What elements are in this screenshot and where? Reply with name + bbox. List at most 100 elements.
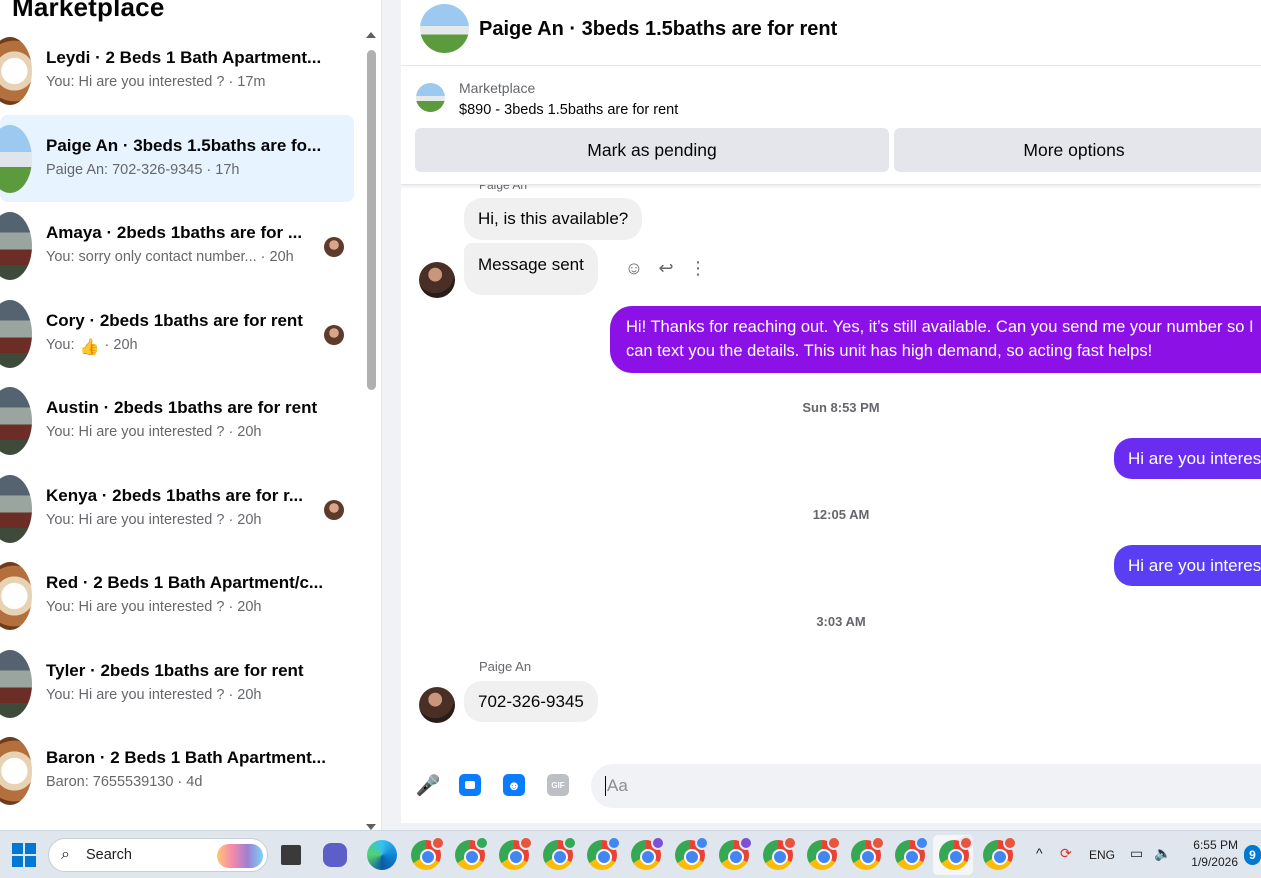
sticker-icon[interactable]: ☻	[503, 774, 525, 796]
chrome-profile-icon[interactable]	[939, 836, 973, 870]
conversation-preview: You: 👍 · 20h	[46, 337, 322, 356]
chrome-profile-icon[interactable]	[631, 836, 665, 870]
conversation-name: Baron · 2 Beds 1 Bath Apartment...	[46, 748, 326, 767]
listing-thumbnail	[0, 37, 32, 105]
taskbar-search[interactable]: ⌕ Search	[48, 838, 268, 872]
listing-thumbnail	[0, 299, 32, 368]
conversation-name: Tyler · 2beds 1baths are for rent	[46, 660, 304, 680]
listing-thumbnail	[0, 562, 32, 630]
gif-icon[interactable]: GIF	[547, 774, 569, 796]
language-indicator[interactable]: ENG	[1089, 848, 1115, 862]
conversation-preview: Baron: 7655539130 · 4d	[46, 774, 203, 790]
message-input[interactable]: Aa	[591, 764, 1261, 808]
sync-icon[interactable]: ⟳	[1060, 845, 1072, 862]
network-icon[interactable]: ▭	[1130, 845, 1143, 862]
notification-badge[interactable]: 9	[1244, 845, 1261, 865]
conversation-item-active[interactable]: Paige An · 3beds 1.5baths are fo... Paig…	[0, 114, 354, 202]
teams-icon[interactable]	[323, 843, 347, 867]
conversation-item[interactable]: Kenya · 2beds 1baths are for r... You: H…	[0, 465, 354, 553]
search-label: Search	[86, 847, 132, 863]
photo-icon[interactable]	[459, 774, 481, 796]
chrome-profile-icon[interactable]	[455, 836, 489, 870]
emoji-icon[interactable]: ☺	[623, 257, 645, 279]
scroll-thumb[interactable]	[367, 50, 376, 390]
message-timestamp: Sun 8:53 PM	[802, 400, 880, 415]
chrome-profile-icon[interactable]	[983, 836, 1017, 870]
chrome-profile-icon[interactable]	[543, 836, 577, 870]
conversation-name: Austin · 2beds 1baths are for rent	[46, 398, 318, 417]
reply-icon[interactable]: ↩	[655, 257, 677, 279]
chrome-profile-icon[interactable]	[675, 836, 709, 870]
task-view-icon[interactable]	[281, 845, 301, 865]
marketplace-label: Marketplace	[459, 80, 536, 96]
message-bubble-incoming[interactable]: Hi, is this available?	[464, 198, 643, 240]
profile-badge-icon	[871, 836, 885, 850]
listing-avatar[interactable]	[420, 4, 469, 53]
chevron-up-icon[interactable]: ^	[1036, 845, 1043, 861]
message-bubble-outgoing[interactable]: Hi are you interested ?	[1114, 545, 1261, 586]
message-input-placeholder: Aa	[607, 776, 628, 795]
listing-thumbnail	[0, 387, 32, 455]
conversation-item[interactable]: Leydi · 2 Beds 1 Bath Apartment... You: …	[0, 27, 354, 115]
listing-title[interactable]: $890 - 3beds 1.5baths are for rent	[459, 102, 678, 118]
message-bubble-outgoing[interactable]: Hi! Thanks for reaching out. Yes, it’s s…	[610, 306, 1261, 373]
more-options-button[interactable]: More options	[894, 128, 1261, 172]
listing-thumbnail	[0, 737, 32, 805]
conversation-preview: You: Hi are you interested ? · 20h	[46, 686, 262, 703]
chrome-profile-icon[interactable]	[763, 836, 797, 870]
conversation-name: Cory · 2beds 1baths are for rent	[46, 310, 303, 330]
conversation-name: Amaya · 2beds 1baths are for ...	[46, 223, 303, 242]
edge-browser-icon[interactable]	[367, 840, 397, 870]
conversation-item[interactable]: Amaya · 2beds 1baths are for ... You: so…	[0, 202, 354, 290]
marketplace-listing-banner: Marketplace $890 - 3beds 1.5baths are fo…	[401, 67, 1261, 185]
conversation-name: Leydi · 2 Beds 1 Bath Apartment...	[46, 48, 322, 67]
conversation-item[interactable]: Red · 2 Beds 1 Bath Apartment/c... You: …	[0, 552, 354, 640]
mark-as-pending-label: Mark as pending	[587, 139, 717, 160]
profile-badge-icon	[519, 836, 533, 850]
taskbar-clock[interactable]: 6:55 PM 1/9/2026	[1186, 837, 1238, 871]
chrome-profile-icon[interactable]	[807, 836, 841, 870]
profile-badge-icon	[739, 836, 753, 850]
sidebar-title: Marketplace	[12, 0, 165, 22]
conversation-item[interactable]: Austin · 2beds 1baths are for rent You: …	[0, 377, 354, 465]
profile-badge-icon	[827, 836, 841, 850]
sidebar-scrollbar[interactable]	[363, 28, 379, 830]
message-bubble-incoming[interactable]: 702-326-9345	[464, 681, 598, 722]
chat-title[interactable]: Paige An · 3beds 1.5baths are for rent	[479, 18, 837, 41]
profile-badge-icon	[651, 836, 665, 850]
profile-badge-icon	[915, 836, 929, 850]
chrome-profile-icon[interactable]	[719, 836, 753, 870]
conversation-sidebar: Marketplace Leydi · 2 Beds 1 Bath Apartm…	[0, 0, 382, 830]
preview-suffix: · 20h	[100, 336, 138, 353]
chrome-profile-icon[interactable]	[587, 836, 621, 870]
conversation-item[interactable]: Tyler · 2beds 1baths are for rent You: H…	[0, 640, 354, 728]
sender-avatar[interactable]	[419, 687, 455, 723]
message-bubble-incoming[interactable]: Message sent	[464, 243, 598, 295]
conversation-preview: You: sorry only contact number... · 20h	[46, 249, 294, 265]
conversation-item[interactable]: Baron · 2 Beds 1 Bath Apartment... Baron…	[0, 727, 354, 815]
message-bubble-outgoing[interactable]: Hi are you interested ?	[1114, 438, 1261, 479]
microphone-icon[interactable]: 🎤	[416, 774, 441, 797]
listing-thumbnail[interactable]	[416, 83, 445, 112]
chrome-profile-icon[interactable]	[895, 836, 929, 870]
scroll-up-arrow-icon[interactable]	[366, 32, 376, 38]
sender-avatar[interactable]	[419, 262, 455, 298]
preview-prefix: You:	[46, 336, 79, 353]
chrome-profile-icon[interactable]	[411, 836, 445, 870]
conversation-preview: You: Hi are you interested ? · 20h	[46, 511, 262, 528]
mark-as-pending-button[interactable]: Mark as pending	[415, 128, 889, 172]
profile-badge-icon	[563, 836, 577, 850]
volume-icon[interactable]: 🔈	[1154, 845, 1171, 862]
profile-badge-icon	[959, 836, 973, 850]
clock-date: 1/9/2026	[1191, 855, 1238, 869]
listing-thumbnail	[0, 212, 32, 280]
conversation-name: Red · 2 Beds 1 Bath Apartment/c...	[46, 573, 324, 592]
chrome-profile-icon[interactable]	[499, 836, 533, 870]
thumbs-up-icon: 👍	[79, 338, 100, 356]
chrome-profile-icon[interactable]	[851, 836, 885, 870]
seen-avatar	[324, 499, 344, 520]
conversation-item[interactable]: Cory · 2beds 1baths are for rent You: 👍 …	[0, 290, 354, 378]
more-icon[interactable]: ⋮	[687, 257, 709, 279]
message-timestamp: 12:05 AM	[812, 507, 870, 522]
windows-start-icon[interactable]	[12, 843, 36, 867]
